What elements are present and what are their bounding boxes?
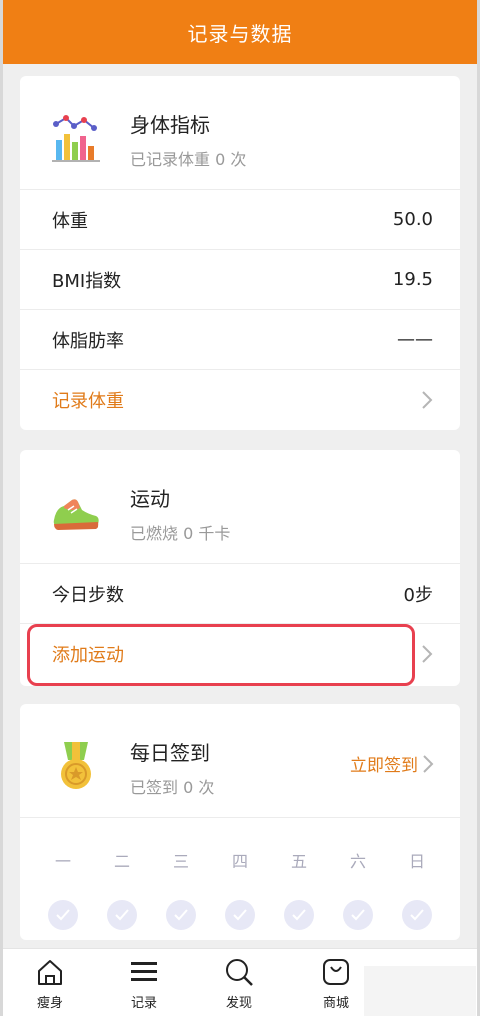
exercise-card: 运动 已燃烧 0 千卡 今日步数 0步 添加运动 bbox=[20, 450, 460, 686]
checkin-subtitle: 已签到 0 次 bbox=[130, 778, 215, 797]
tab-slim[interactable]: 瘦身 bbox=[20, 957, 80, 1015]
sneaker-icon bbox=[53, 499, 99, 530]
tab-discover[interactable]: 发现 bbox=[209, 957, 269, 1015]
checkin-now-label: 立即签到 bbox=[350, 756, 418, 776]
chevron-right-icon bbox=[422, 645, 433, 663]
body-metrics-subtitle: 已记录体重 0 次 bbox=[130, 150, 247, 169]
exercise-header: 运动 已燃烧 0 千卡 bbox=[20, 450, 460, 564]
tab-record-label: 记录 bbox=[130, 996, 157, 1011]
steps-value: 0步 bbox=[403, 584, 433, 606]
tab-record[interactable]: 记录 bbox=[114, 957, 174, 1015]
day-check-wed bbox=[166, 900, 196, 930]
medal-icon bbox=[61, 742, 91, 789]
record-weight-label: 记录体重 bbox=[52, 391, 124, 412]
day-check-tue bbox=[107, 900, 137, 930]
checkin-header: 每日签到 已签到 0 次 立即签到 bbox=[20, 704, 460, 818]
check-icon bbox=[292, 909, 306, 921]
weight-label: 体重 bbox=[52, 210, 88, 232]
checkin-now-button[interactable]: 立即签到 bbox=[350, 751, 434, 776]
app-header: 记录与数据 bbox=[3, 0, 477, 64]
bmi-label: BMI指数 bbox=[52, 270, 122, 292]
day-check-sun bbox=[402, 900, 432, 930]
add-exercise-label: 添加运动 bbox=[52, 645, 124, 666]
tab-mall[interactable]: 商城 bbox=[306, 957, 366, 1015]
day-label-sun: 日 bbox=[408, 852, 425, 871]
shopping-bag-icon bbox=[323, 959, 349, 985]
tab-mall-label: 商城 bbox=[322, 996, 349, 1011]
page-title: 记录与数据 bbox=[187, 21, 293, 46]
add-exercise-button[interactable]: 添加运动 bbox=[20, 624, 460, 684]
day-check-mon bbox=[48, 900, 78, 930]
search-icon bbox=[226, 959, 253, 986]
body-metrics-header: 身体指标 已记录体重 0 次 bbox=[20, 76, 460, 190]
checkin-card: 每日签到 已签到 0 次 立即签到 一 二 三 四 五 六 日 bbox=[20, 704, 460, 940]
check-icon bbox=[233, 909, 247, 921]
day-label-sat: 六 bbox=[349, 852, 366, 871]
check-icon bbox=[410, 909, 424, 921]
bmi-row: BMI指数 19.5 bbox=[20, 250, 460, 310]
day-check-thu bbox=[225, 900, 255, 930]
bmi-value: 19.5 bbox=[392, 269, 433, 290]
weight-value: 50.0 bbox=[392, 209, 433, 230]
check-icon bbox=[174, 909, 188, 921]
checkin-title: 每日签到 bbox=[130, 741, 210, 765]
day-label-mon: 一 bbox=[54, 852, 71, 871]
record-weight-button[interactable]: 记录体重 bbox=[20, 370, 460, 430]
check-icon bbox=[351, 909, 365, 921]
day-label-tue: 二 bbox=[113, 852, 130, 871]
bar-chart-icon bbox=[52, 115, 100, 162]
check-icon bbox=[115, 909, 129, 921]
tab-slim-label: 瘦身 bbox=[36, 996, 63, 1011]
steps-row: 今日步数 0步 bbox=[20, 564, 460, 624]
body-fat-value: —— bbox=[397, 329, 433, 350]
day-label-thu: 四 bbox=[231, 852, 248, 871]
day-check-sat bbox=[343, 900, 373, 930]
weekday-checkin-row: 一 二 三 四 五 六 日 bbox=[20, 818, 460, 936]
check-icon bbox=[56, 909, 70, 921]
day-check-fri bbox=[284, 900, 314, 930]
chevron-right-icon bbox=[422, 391, 433, 409]
body-fat-label: 体脂肪率 bbox=[52, 330, 124, 352]
day-label-wed: 三 bbox=[172, 852, 189, 871]
day-label-fri: 五 bbox=[290, 852, 307, 871]
weight-row: 体重 50.0 bbox=[20, 190, 460, 250]
exercise-title: 运动 bbox=[130, 487, 170, 511]
corner-overlay bbox=[364, 966, 476, 1016]
steps-label: 今日步数 bbox=[52, 584, 124, 606]
menu-icon bbox=[131, 962, 157, 981]
body-fat-row: 体脂肪率 —— bbox=[20, 310, 460, 370]
exercise-subtitle: 已燃烧 0 千卡 bbox=[130, 524, 231, 543]
chevron-right-icon bbox=[423, 754, 434, 773]
home-icon bbox=[38, 960, 62, 985]
body-metrics-card: 身体指标 已记录体重 0 次 体重 50.0 BMI指数 19.5 体脂肪率 —… bbox=[20, 76, 460, 430]
body-metrics-title: 身体指标 bbox=[130, 113, 210, 137]
tab-discover-label: 发现 bbox=[225, 996, 252, 1011]
